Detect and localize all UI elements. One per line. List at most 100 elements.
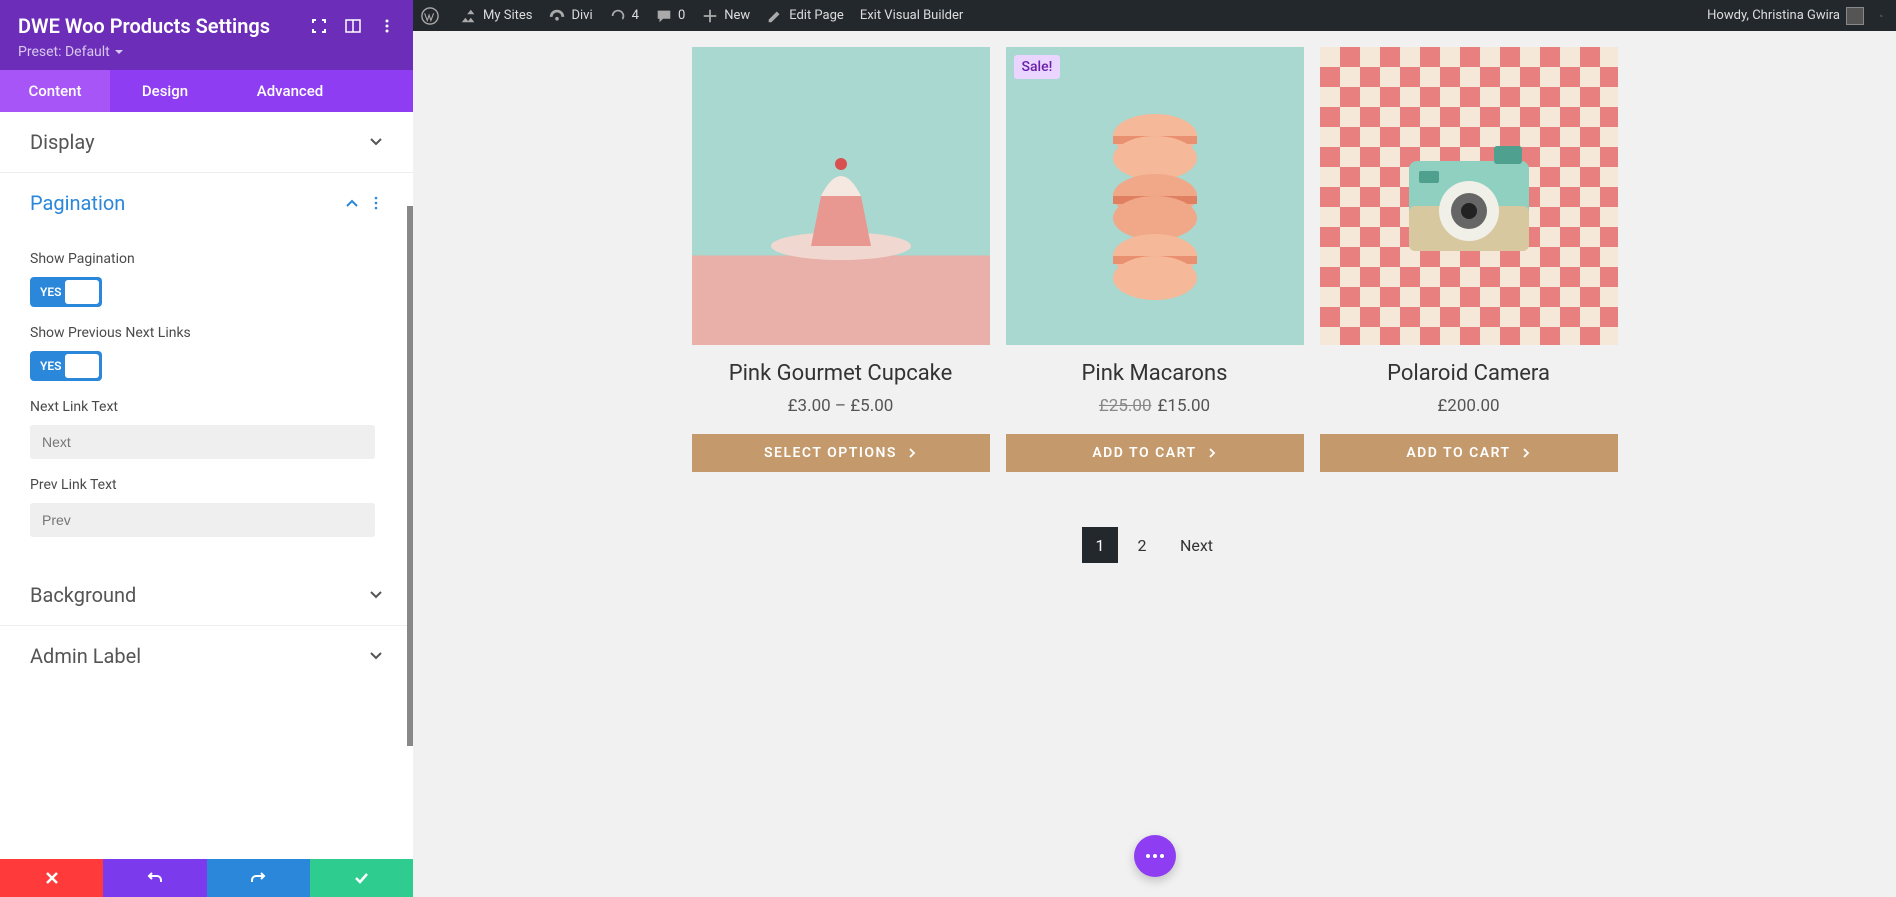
preset-selector[interactable]: Preset: Default: [18, 44, 395, 60]
refresh-icon: [609, 7, 627, 25]
close-icon: [44, 870, 60, 886]
product-button-label: ADD TO CART: [1406, 445, 1510, 461]
show-pagination-toggle[interactable]: YES: [30, 277, 102, 307]
divi-label: Divi: [571, 8, 592, 23]
show-pagination-label: Show Pagination: [30, 251, 383, 267]
tab-design[interactable]: Design: [110, 70, 220, 112]
search-icon: [1880, 7, 1883, 25]
builder-fab[interactable]: [1134, 835, 1176, 877]
product-image[interactable]: Sale!: [1006, 47, 1304, 345]
panel-body: Display Pagination Show Pagination YES S…: [0, 112, 413, 859]
product-card: Polaroid Camera £200.00 ADD TO CART: [1320, 47, 1618, 472]
undo-button[interactable]: [103, 859, 206, 897]
price-new: £15.00: [1158, 396, 1211, 416]
exit-builder-link[interactable]: Exit Visual Builder: [852, 0, 971, 31]
section-background[interactable]: Background: [0, 565, 413, 626]
redo-button[interactable]: [207, 859, 310, 897]
products-row: Pink Gourmet Cupcake £3.00 – £5.00 SELEC…: [413, 47, 1896, 472]
product-button-label: SELECT OPTIONS: [764, 445, 897, 461]
edit-page-link[interactable]: Edit Page: [758, 0, 852, 31]
section-admin-label[interactable]: Admin Label: [0, 626, 413, 686]
redo-icon: [250, 870, 266, 886]
my-sites-link[interactable]: My Sites: [452, 0, 540, 31]
updates-link[interactable]: 4: [601, 0, 647, 31]
tab-content[interactable]: Content: [0, 70, 110, 112]
panel-header: DWE Woo Products Settings Preset: Defaul…: [0, 0, 413, 70]
product-title: Pink Macarons: [1006, 361, 1304, 386]
kebab-icon[interactable]: [369, 196, 383, 210]
panel-title: DWE Woo Products Settings: [18, 14, 311, 38]
page-2[interactable]: 2: [1124, 527, 1160, 563]
howdy-label: Howdy, Christina Gwira: [1707, 8, 1840, 23]
comments-count: 0: [678, 8, 685, 23]
chevron-right-icon: [1521, 448, 1531, 458]
show-prev-next-toggle[interactable]: YES: [30, 351, 102, 381]
product-card: Sale! Pink Macarons £25.00 £15.00 ADD TO …: [1006, 47, 1304, 472]
wp-admin-bar: My Sites Divi 4 0 New Edit Page Exit Vis…: [413, 0, 1896, 31]
show-prev-next-label: Show Previous Next Links: [30, 325, 383, 341]
toggle-knob: [65, 354, 99, 378]
expand-icon[interactable]: [311, 18, 327, 34]
panel-footer: [0, 859, 413, 897]
product-title: Polaroid Camera: [1320, 361, 1618, 386]
edit-page-label: Edit Page: [789, 8, 844, 23]
columns-icon[interactable]: [345, 18, 361, 34]
chevron-down-icon: [369, 588, 383, 602]
section-admin-label-title: Admin Label: [30, 644, 369, 668]
preview-area: Pink Gourmet Cupcake £3.00 – £5.00 SELEC…: [413, 31, 1896, 897]
cancel-button[interactable]: [0, 859, 103, 897]
product-button-label: ADD TO CART: [1092, 445, 1196, 461]
toggle-yes-label: YES: [30, 285, 61, 299]
plus-icon: [701, 7, 719, 25]
price-old: £25.00: [1099, 396, 1152, 416]
dots-icon: [1146, 854, 1164, 858]
wordpress-icon: [421, 7, 439, 25]
prev-link-text-label: Prev Link Text: [30, 477, 383, 493]
new-link[interactable]: New: [693, 0, 758, 31]
section-pagination[interactable]: Pagination: [0, 173, 413, 233]
product-price: £25.00 £15.00: [1006, 396, 1304, 416]
chevron-down-icon: [369, 649, 383, 663]
settings-panel: DWE Woo Products Settings Preset: Defaul…: [0, 0, 413, 897]
section-background-title: Background: [30, 583, 369, 607]
panel-tabs: Content Design Advanced: [0, 70, 413, 112]
pencil-icon: [766, 7, 784, 25]
search-toggle[interactable]: [1872, 0, 1896, 31]
prev-link-text-input[interactable]: [30, 503, 375, 537]
tab-advanced[interactable]: Advanced: [220, 70, 360, 112]
product-price: £3.00 – £5.00: [692, 396, 990, 416]
caret-down-icon: [114, 47, 124, 57]
add-to-cart-button[interactable]: ADD TO CART: [1006, 434, 1304, 472]
section-pagination-body: Show Pagination YES Show Previous Next L…: [0, 251, 413, 565]
comments-link[interactable]: 0: [647, 0, 693, 31]
updates-count: 4: [632, 8, 639, 23]
page-next[interactable]: Next: [1166, 527, 1227, 563]
product-title: Pink Gourmet Cupcake: [692, 361, 990, 386]
sale-badge: Sale!: [1014, 55, 1061, 79]
howdy-link[interactable]: Howdy, Christina Gwira: [1699, 0, 1872, 31]
wp-logo[interactable]: [413, 0, 452, 31]
add-to-cart-button[interactable]: ADD TO CART: [1320, 434, 1618, 472]
product-price: £200.00: [1320, 396, 1618, 416]
chevron-down-icon: [369, 135, 383, 149]
select-options-button[interactable]: SELECT OPTIONS: [692, 434, 990, 472]
product-image[interactable]: [1320, 47, 1618, 345]
next-link-text-input[interactable]: [30, 425, 375, 459]
exit-builder-label: Exit Visual Builder: [860, 8, 963, 23]
save-button[interactable]: [310, 859, 413, 897]
product-image[interactable]: [692, 47, 990, 345]
macarons-illustration: [1085, 86, 1225, 306]
check-icon: [353, 870, 369, 886]
product-card: Pink Gourmet Cupcake £3.00 – £5.00 SELEC…: [692, 47, 990, 472]
section-pagination-title: Pagination: [30, 191, 345, 215]
sites-icon: [460, 7, 478, 25]
page-1[interactable]: 1: [1082, 527, 1118, 563]
kebab-icon[interactable]: [379, 18, 395, 34]
divi-link[interactable]: Divi: [540, 0, 600, 31]
section-display[interactable]: Display: [0, 112, 413, 173]
section-display-title: Display: [30, 130, 369, 154]
my-sites-label: My Sites: [483, 8, 532, 23]
chevron-up-icon: [345, 196, 359, 210]
next-link-text-label: Next Link Text: [30, 399, 383, 415]
avatar: [1846, 7, 1864, 25]
